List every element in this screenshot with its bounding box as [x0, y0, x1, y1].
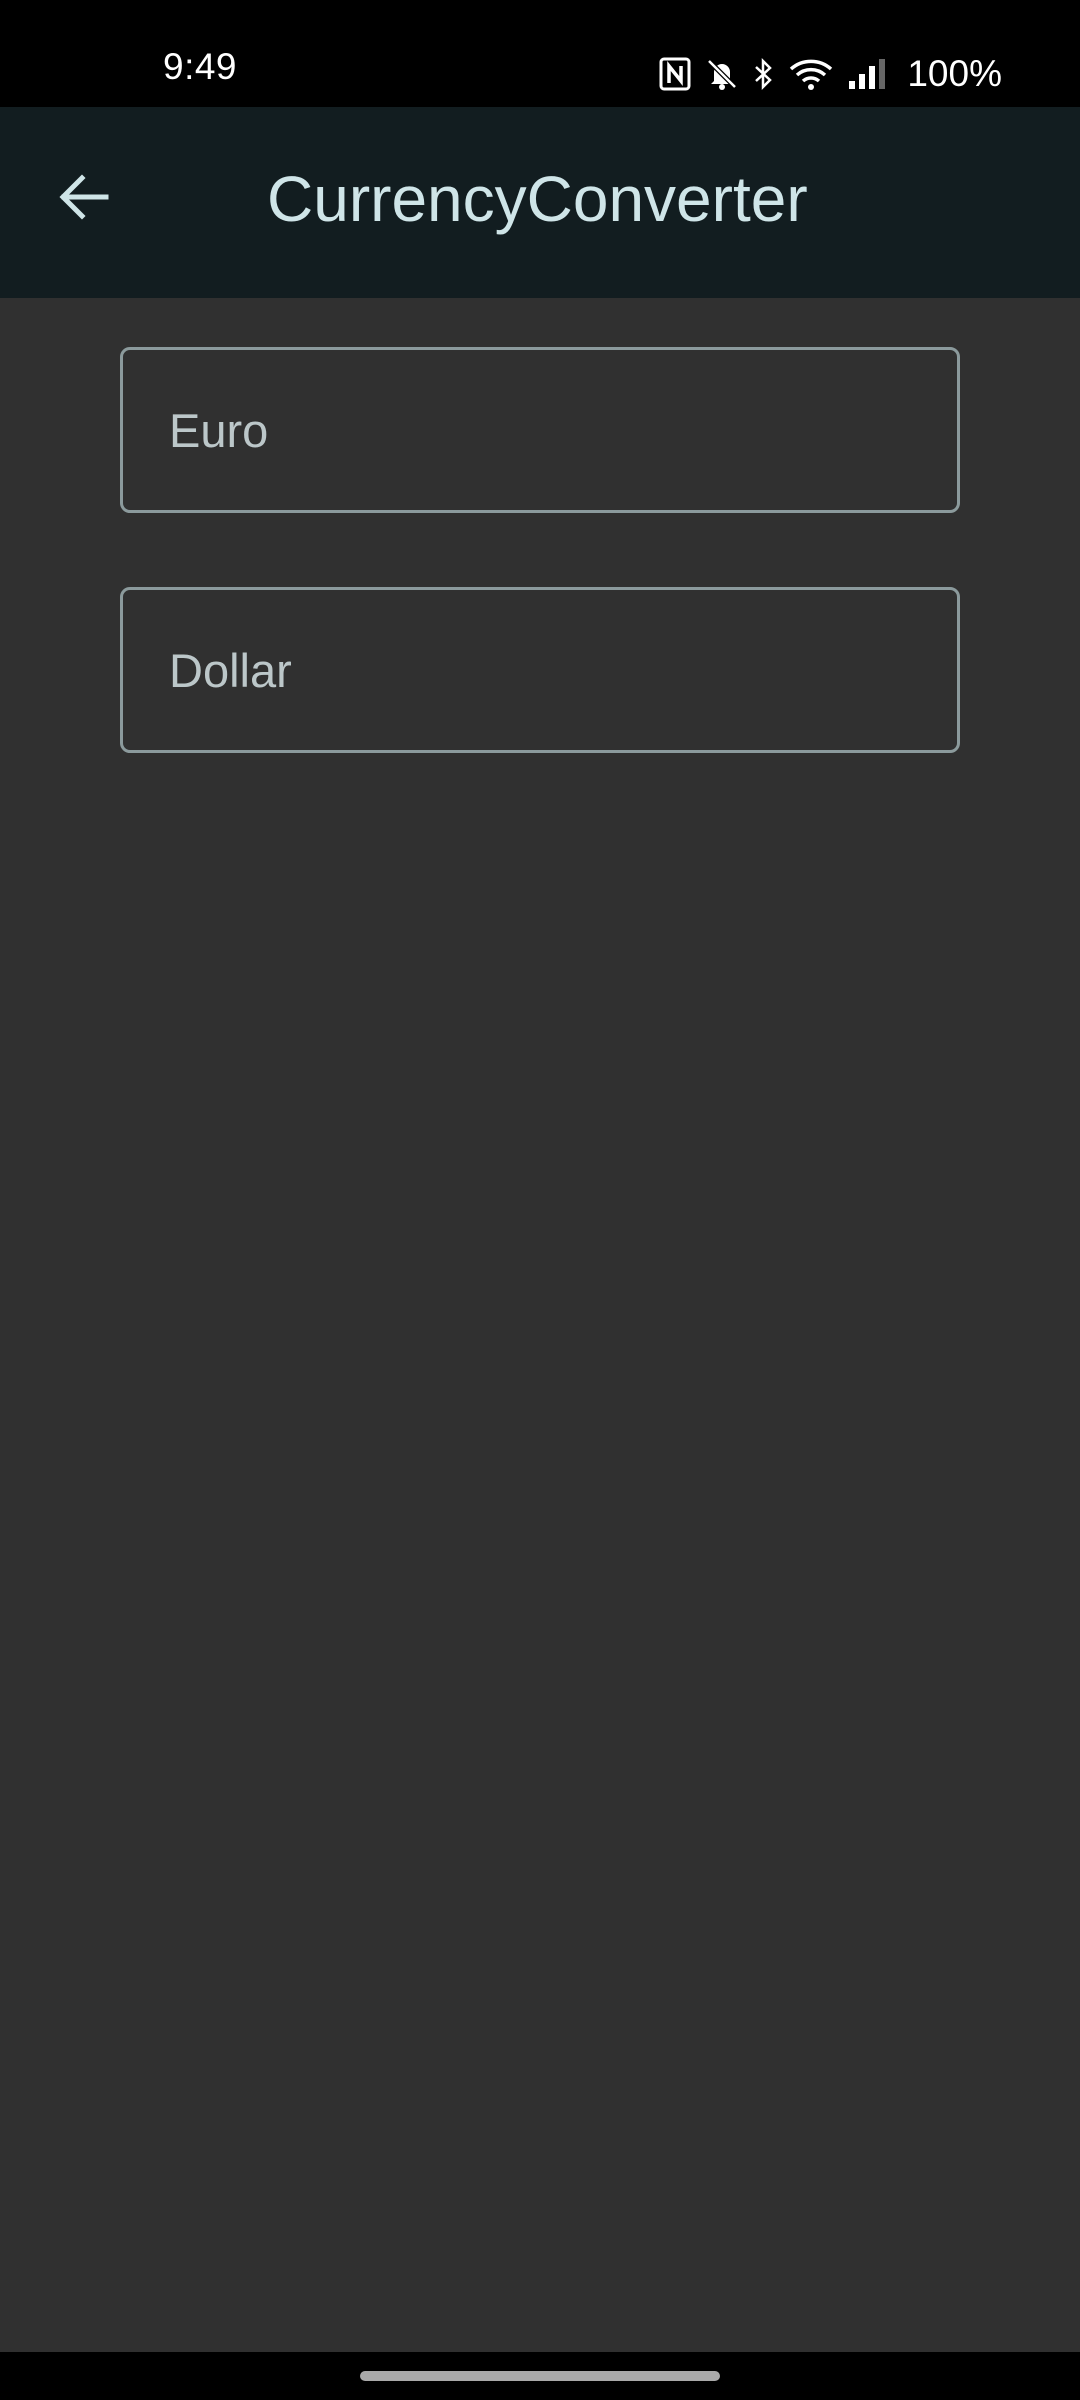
euro-input[interactable]: [123, 350, 957, 510]
bell-off-icon: [705, 57, 739, 91]
nfc-icon: [659, 57, 691, 91]
app-bar: CurrencyConverter: [0, 107, 1080, 298]
status-bar: 9:49 100%: [0, 0, 1080, 107]
wifi-icon: [789, 57, 833, 91]
battery-percentage: 100%: [907, 53, 1002, 94]
dollar-input[interactable]: [123, 590, 957, 750]
status-time: 9:49: [163, 46, 238, 87]
status-icons: 100%: [659, 52, 1002, 96]
dollar-field[interactable]: [120, 587, 960, 753]
euro-field[interactable]: [120, 347, 960, 513]
page-title: CurrencyConverter: [267, 163, 808, 235]
signal-icon: [847, 57, 887, 91]
arrow-left-icon: [56, 169, 112, 230]
home-indicator[interactable]: [360, 2371, 720, 2381]
bluetooth-icon: [753, 57, 775, 91]
back-button[interactable]: [44, 159, 124, 239]
navigation-bar: [0, 2352, 1080, 2400]
